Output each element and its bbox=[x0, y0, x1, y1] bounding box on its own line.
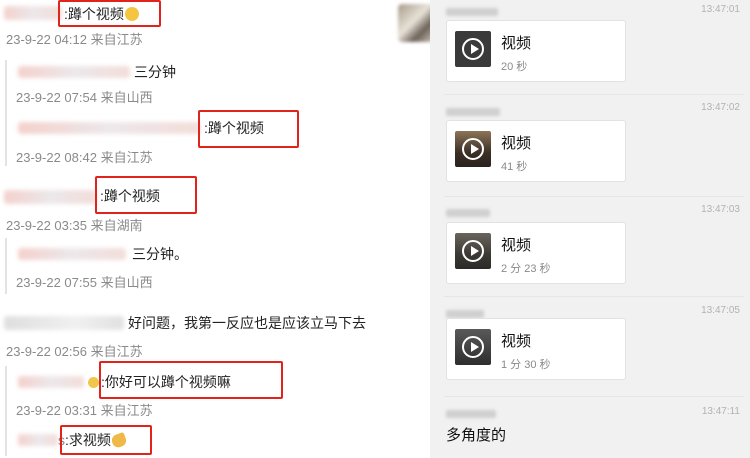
video-thumbnail bbox=[455, 233, 491, 269]
video-label: 视频 bbox=[501, 237, 532, 254]
comment-text: 好问题，我第一反应也是应该立马下去 bbox=[128, 315, 366, 331]
username-blurred bbox=[4, 190, 96, 204]
video-label: 视频 bbox=[501, 333, 532, 350]
video-label: 视频 bbox=[501, 135, 532, 152]
play-icon bbox=[462, 38, 484, 60]
reply-meta: 23-9-22 07:55 来自山西 bbox=[16, 275, 153, 290]
reply-text: 三分钟 bbox=[134, 64, 176, 80]
comment-meta: 23-9-22 04:12 来自江苏 bbox=[6, 32, 143, 47]
message-timestamp: 13:47:05 bbox=[701, 305, 740, 316]
play-icon bbox=[462, 336, 484, 358]
sender-name-blurred bbox=[446, 410, 496, 418]
play-icon bbox=[462, 138, 484, 160]
reply-meta: 23-9-22 08:42 来自江苏 bbox=[16, 150, 153, 165]
sender-name-blurred bbox=[446, 310, 484, 318]
video-duration: 2 分 23 秒 bbox=[501, 263, 551, 275]
video-message-card[interactable]: 视频 20 秒 bbox=[446, 20, 626, 82]
reply-thread-line bbox=[5, 366, 7, 456]
divider bbox=[444, 196, 744, 197]
video-duration: 41 秒 bbox=[501, 161, 528, 173]
reply-thread-line bbox=[5, 60, 7, 166]
play-icon bbox=[462, 240, 484, 262]
video-label: 视频 bbox=[501, 35, 532, 52]
highlight-box bbox=[95, 176, 197, 214]
highlight-box bbox=[99, 361, 283, 399]
message-timestamp: 13:47:11 bbox=[701, 406, 740, 417]
divider bbox=[444, 296, 744, 297]
reply-thread-line bbox=[5, 238, 7, 294]
video-thumbnail bbox=[455, 329, 491, 365]
video-thumbnail bbox=[455, 31, 491, 67]
sender-name-blurred bbox=[446, 108, 500, 116]
divider bbox=[444, 396, 744, 397]
username-blurred bbox=[4, 316, 124, 330]
comment-meta: 23-9-22 02:56 来自江苏 bbox=[6, 344, 143, 359]
highlight-box bbox=[60, 425, 152, 455]
text-message: 多角度的 bbox=[446, 427, 507, 444]
message-timestamp: 13:47:01 bbox=[701, 4, 740, 15]
reply-meta: 23-9-22 03:31 来自江苏 bbox=[16, 403, 153, 418]
reply-meta: 23-9-22 07:54 来自山西 bbox=[16, 90, 153, 105]
username-blurred bbox=[18, 248, 126, 260]
username-blurred bbox=[4, 6, 62, 20]
highlight-box bbox=[198, 110, 299, 148]
sender-name-blurred bbox=[446, 8, 498, 16]
orb-emoji-icon bbox=[88, 377, 99, 388]
highlight-box bbox=[58, 0, 161, 27]
video-message-card[interactable]: 视频 1 分 30 秒 bbox=[446, 318, 626, 380]
message-timestamp: 13:47:02 bbox=[701, 102, 740, 113]
video-thumbnail bbox=[455, 131, 491, 167]
sender-name-blurred bbox=[446, 209, 490, 217]
username-blurred bbox=[18, 66, 130, 78]
divider bbox=[444, 94, 744, 95]
video-message-card[interactable]: 视频 41 秒 bbox=[446, 120, 626, 182]
video-duration: 1 分 30 秒 bbox=[501, 359, 551, 371]
video-duration: 20 秒 bbox=[501, 61, 528, 73]
username-blurred bbox=[18, 376, 84, 388]
video-message-card[interactable]: 视频 2 分 23 秒 bbox=[446, 222, 626, 284]
comment-meta: 23-9-22 03:35 来自湖南 bbox=[6, 218, 143, 233]
reply-text: 三分钟。 bbox=[132, 246, 188, 262]
message-timestamp: 13:47:03 bbox=[701, 204, 740, 215]
username-blurred bbox=[18, 122, 200, 134]
avatar[interactable] bbox=[398, 4, 434, 42]
username-blurred bbox=[18, 434, 58, 446]
